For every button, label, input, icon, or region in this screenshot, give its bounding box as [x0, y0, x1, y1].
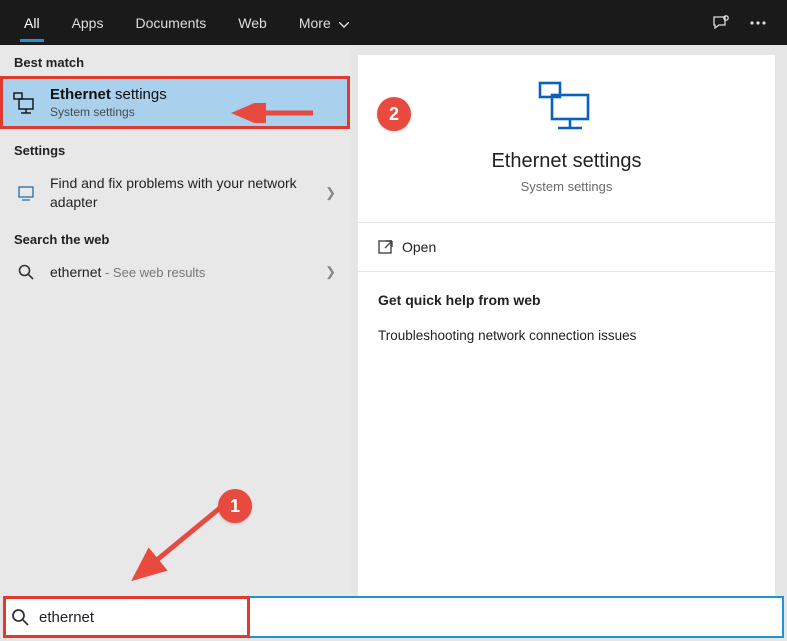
chevron-right-icon: ❯ [325, 264, 336, 280]
tab-more[interactable]: More [283, 3, 365, 42]
preview-subtitle: System settings [368, 179, 765, 194]
annotation-badge-2: 2 [377, 97, 411, 131]
best-match-title: Ethernet settings [50, 86, 167, 103]
chevron-right-icon: ❯ [325, 185, 336, 201]
more-options-icon[interactable] [749, 14, 767, 32]
annotation-badge-1: 1 [218, 489, 252, 523]
quick-help-item[interactable]: Troubleshooting network connection issue… [358, 316, 775, 355]
preview-pane: Ethernet settings System settings Open G… [350, 45, 787, 596]
chevron-down-icon [339, 22, 349, 28]
settings-heading: Settings [0, 133, 350, 164]
result-label: Find and fix problems with your network … [50, 174, 336, 212]
feedback-icon[interactable] [711, 13, 731, 33]
ethernet-settings-icon [12, 92, 40, 114]
tab-more-label: More [299, 15, 331, 31]
troubleshoot-icon [14, 184, 38, 202]
taskbar-search-box[interactable] [3, 596, 784, 638]
tab-documents[interactable]: Documents [119, 3, 222, 42]
tab-web[interactable]: Web [222, 3, 283, 42]
tab-all[interactable]: All [8, 3, 56, 42]
preview-title: Ethernet settings [368, 150, 765, 173]
search-input[interactable] [39, 609, 238, 626]
best-match-subtitle: System settings [50, 105, 167, 119]
tab-apps[interactable]: Apps [56, 3, 120, 42]
quick-help-heading: Get quick help from web [358, 272, 775, 316]
best-match-heading: Best match [0, 45, 350, 76]
search-icon [11, 608, 29, 626]
search-scope-tabs: All Apps Documents Web More [0, 0, 787, 45]
ethernet-settings-icon [536, 81, 598, 131]
result-label: ethernet - See web results [50, 263, 336, 282]
open-action[interactable]: Open [358, 223, 775, 272]
result-web-search[interactable]: ethernet - See web results ❯ [0, 253, 350, 292]
search-web-heading: Search the web [0, 222, 350, 253]
annotation-arrow-2 [228, 103, 318, 123]
open-icon [378, 240, 402, 254]
open-label: Open [402, 239, 436, 255]
search-icon [14, 264, 38, 280]
result-fix-network-adapter[interactable]: Find and fix problems with your network … [0, 164, 350, 222]
